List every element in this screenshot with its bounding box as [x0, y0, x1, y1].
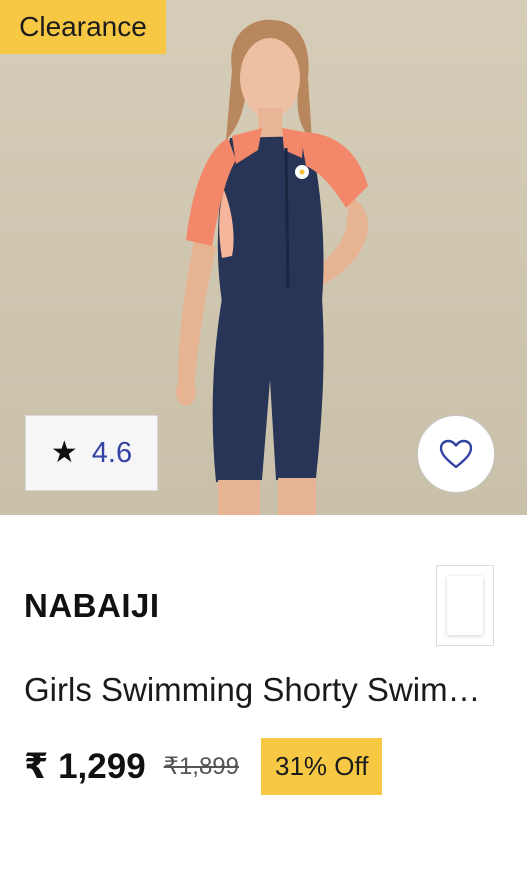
- product-image-area[interactable]: Clearance ★ 4.6: [0, 0, 527, 515]
- heart-icon: [439, 439, 473, 469]
- rating-value: 4.6: [91, 436, 133, 469]
- current-price: ₹ 1,299: [24, 746, 146, 786]
- compare-checkbox-inner: [447, 576, 483, 635]
- original-price: ₹1,899: [163, 753, 239, 780]
- wishlist-button[interactable]: [417, 415, 495, 493]
- discount-badge: 31% Off: [261, 738, 383, 795]
- product-title[interactable]: Girls Swimming Shorty Swim…: [24, 671, 499, 709]
- clearance-badge: Clearance: [0, 0, 166, 54]
- rating-badge[interactable]: ★ 4.6: [25, 415, 158, 491]
- star-icon: ★: [50, 436, 78, 469]
- brand-name: NABAIJI: [24, 587, 160, 624]
- compare-checkbox[interactable]: [436, 565, 494, 646]
- product-card[interactable]: Clearance ★ 4.6 NABAIJI Girls Swimming S…: [0, 0, 527, 877]
- price-row: ₹ 1,299 ₹1,899 31% Off: [24, 738, 383, 795]
